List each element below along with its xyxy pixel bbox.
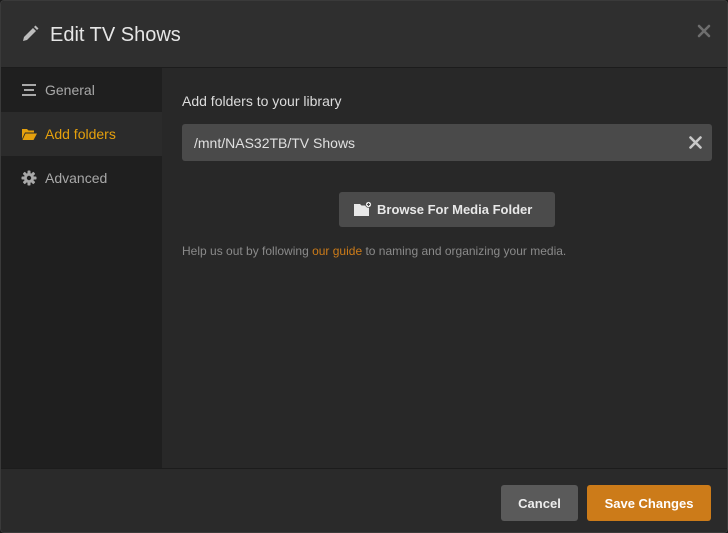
gear-icon (21, 170, 37, 186)
help-text-suffix: to naming and organizing your media. (362, 244, 567, 258)
help-text: Help us out by following our guide to na… (182, 243, 566, 259)
edit-library-dialog: Edit TV Shows General Add folders Advanc… (0, 0, 728, 533)
sidebar-item-label: General (45, 82, 95, 98)
close-icon[interactable] (697, 24, 711, 38)
dialog-title: Edit TV Shows (50, 24, 181, 46)
sidebar-item-label: Add folders (45, 126, 116, 142)
browse-button-label: Browse For Media Folder (377, 202, 533, 217)
section-label: Add folders to your library (182, 93, 342, 109)
folder-path-field (182, 124, 712, 161)
folder-open-icon (22, 129, 37, 140)
cancel-button[interactable]: Cancel (501, 485, 578, 521)
sidebar: General Add folders Advanced (1, 68, 162, 468)
sidebar-item-advanced[interactable]: Advanced (1, 156, 162, 200)
remove-folder-icon[interactable] (689, 136, 702, 149)
sidebar-item-label: Advanced (45, 170, 108, 186)
save-changes-button[interactable]: Save Changes (587, 485, 711, 521)
folder-path-input[interactable] (182, 124, 672, 161)
pencil-icon (23, 25, 39, 41)
list-icon (22, 84, 36, 96)
sidebar-item-general[interactable]: General (1, 68, 162, 112)
browse-media-folder-button[interactable]: Browse For Media Folder (339, 192, 555, 227)
dialog-header: Edit TV Shows (1, 1, 727, 68)
sidebar-item-add-folders[interactable]: Add folders (1, 112, 162, 156)
dialog-footer: Cancel Save Changes (1, 468, 727, 532)
folder-add-icon (354, 201, 372, 216)
main-content: Add folders to your library Browse For M… (162, 68, 727, 468)
help-text-prefix: Help us out by following (182, 244, 313, 258)
guide-link[interactable]: our guide (312, 244, 362, 258)
